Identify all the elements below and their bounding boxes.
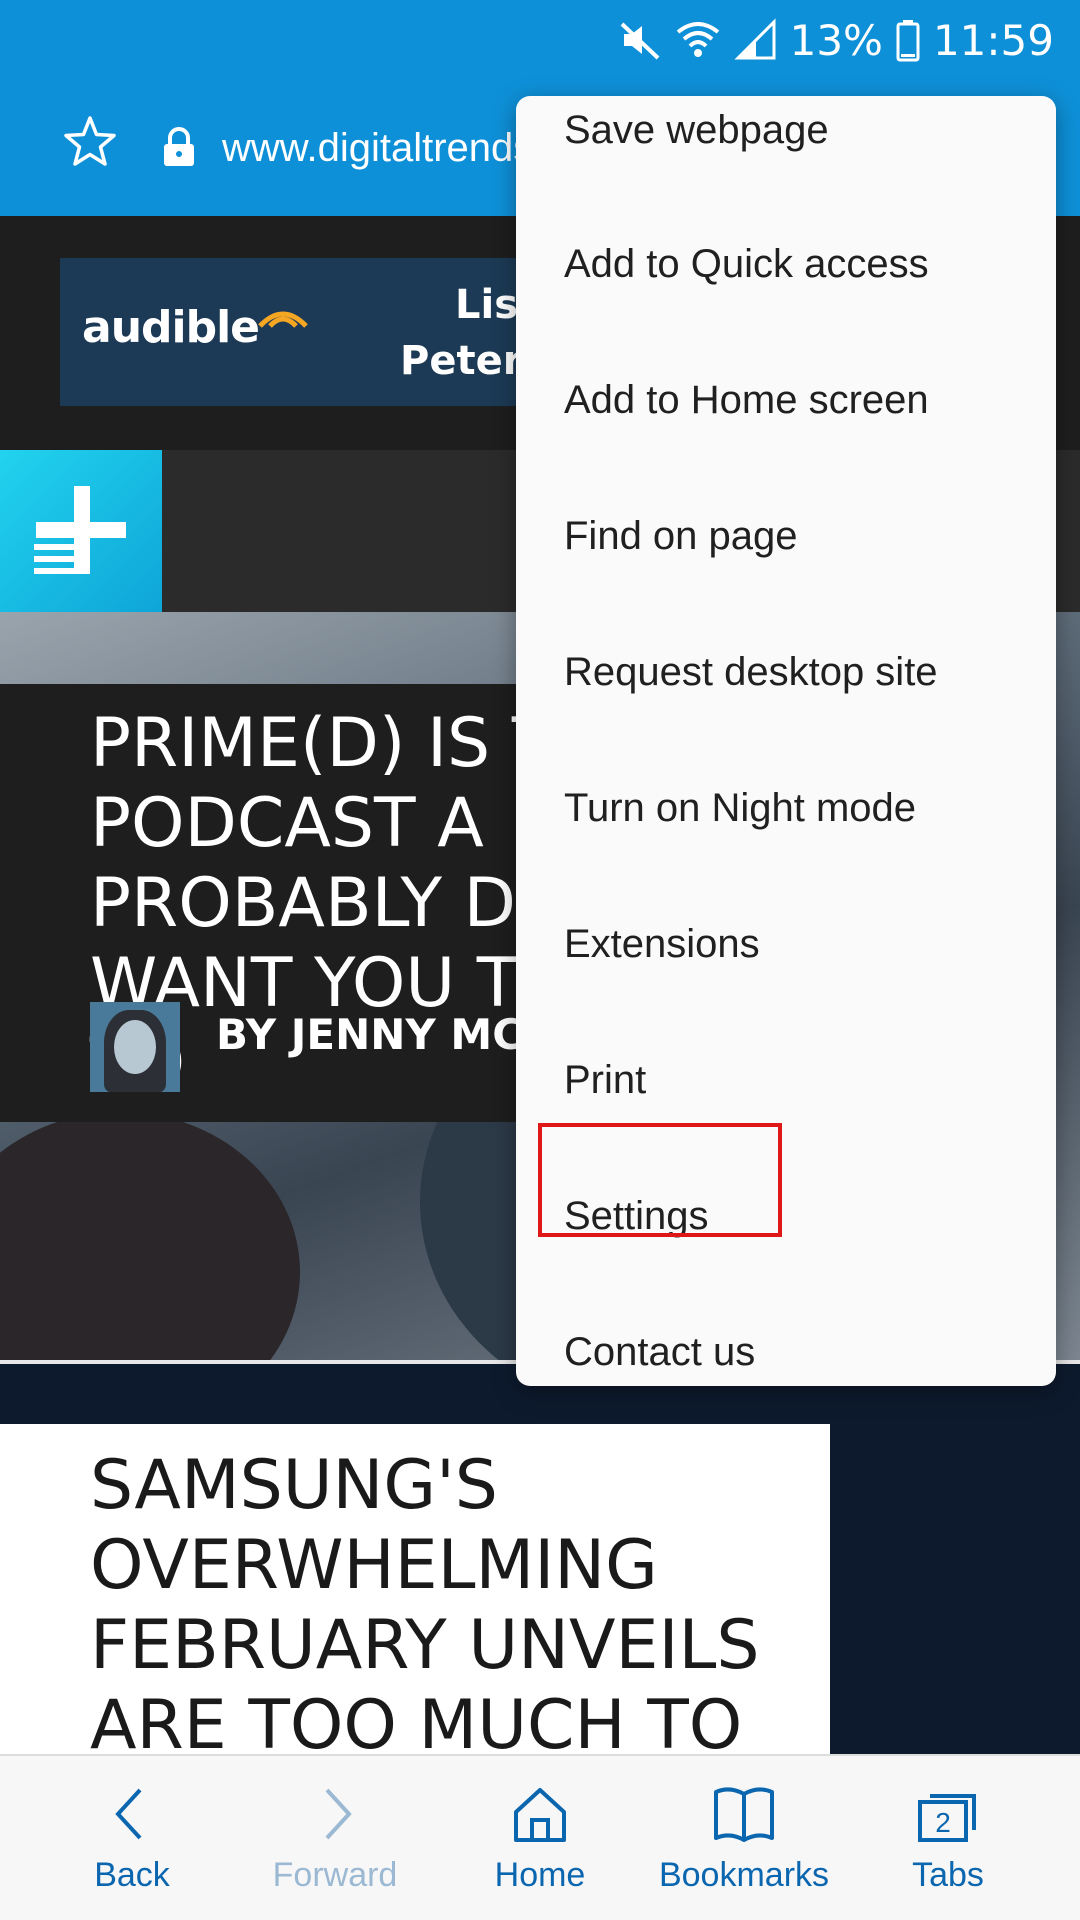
menu-item-add-to-quick-access[interactable]: Add to Quick access [516,196,1056,332]
menu-item-label: Save webpage [564,107,829,152]
article-card[interactable]: SAMSUNG'S OVERWHELMING FEBRUARY UNVEILS … [0,1364,1080,1754]
settings-highlight-box [538,1123,782,1237]
tab-count: 2 [935,1807,951,1838]
menu-item-label: Find on page [564,513,798,558]
audible-logo: audible [82,302,260,353]
menu-item-label: Turn on Night mode [564,785,917,830]
menu-item-save-webpage[interactable]: Save webpage [516,96,1056,198]
home-label: Home [494,1856,586,1894]
forward-button[interactable]: Forward [235,1756,435,1920]
url-field[interactable]: www.digitaltrends [222,126,533,171]
menu-item-label: Print [564,1057,647,1102]
chevron-left-icon [115,1788,142,1840]
back-button[interactable]: Back [32,1756,232,1920]
menu-item-label: Add to Quick access [564,241,929,286]
back-label: Back [94,1856,170,1894]
bottom-toolbar: Back Forward Home Bookmarks 2 Tabs [0,1754,1080,1920]
author-byline[interactable]: BY JENNY MC [216,1010,523,1059]
menu-item-add-to-home-screen[interactable]: Add to Home screen [516,332,1056,468]
menu-item-label: Add to Home screen [564,377,929,422]
tabs-icon: 2 [918,1794,976,1842]
menu-item-find-on-page[interactable]: Find on page [516,468,1056,604]
menu-item-contact-us[interactable]: Contact us [516,1284,1056,1386]
battery-icon [896,20,920,62]
menu-item-label: Contact us [564,1329,756,1374]
mute-icon [620,22,659,60]
status-bar: 13% 11:59 [0,0,1080,80]
status-icons: 13% 11:59 [618,12,1054,68]
tabs-label: Tabs [912,1856,984,1894]
menu-item-request-desktop-site[interactable]: Request desktop site [516,604,1056,740]
bookmarks-button[interactable]: Bookmarks [644,1756,844,1920]
site-logo[interactable] [0,450,162,612]
chevron-right-icon [325,1788,352,1840]
forward-label: Forward [272,1856,398,1894]
home-icon [514,1788,566,1842]
menu-item-label: Extensions [564,921,760,966]
menu-item-label: Request desktop site [564,649,938,694]
menu-item-night-mode[interactable]: Turn on Night mode [516,740,1056,876]
article-title[interactable]: SAMSUNG'S OVERWHELMING FEBRUARY UNVEILS … [0,1424,830,1754]
signal-icon [733,18,776,60]
audible-wave-icon [258,311,308,328]
home-button[interactable]: Home [440,1756,640,1920]
avatar [90,1002,180,1092]
tabs-button[interactable]: 2 Tabs [848,1756,1048,1920]
star-icon[interactable] [62,114,118,170]
menu-item-extensions[interactable]: Extensions [516,876,1056,1012]
wifi-icon [676,22,719,57]
clock: 11:59 [932,15,1054,65]
lock-icon [164,127,194,166]
book-icon [714,1787,774,1842]
battery-percent: 13% [789,15,883,65]
bookmarks-label: Bookmarks [658,1856,830,1894]
